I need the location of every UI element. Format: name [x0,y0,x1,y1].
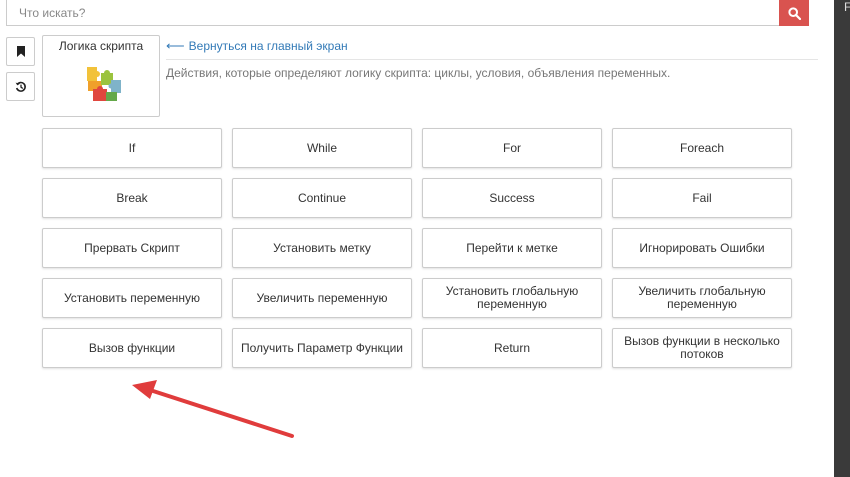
right-strip-glyph: F [844,0,850,14]
back-link-label: Вернуться на главный экран [188,39,348,53]
action-fail-button[interactable]: Fail [612,178,792,218]
action-while-button[interactable]: While [232,128,412,168]
back-to-main-link[interactable]: ⟵ Вернуться на главный экран [166,38,348,54]
category-description: Действия, которые определяют логику скри… [166,66,671,80]
bookmark-icon [16,46,25,57]
category-card: Логика скрипта [42,35,160,117]
search-button[interactable] [779,0,809,26]
action-continue-button[interactable]: Continue [232,178,412,218]
action-for-button[interactable]: For [422,128,602,168]
search-icon [787,6,801,20]
annotation-arrow-shaft [148,388,294,438]
action-set-variable-button[interactable]: Установить переменную [42,278,222,318]
action-increase-global-variable-button[interactable]: Увеличить глобальную переменную [612,278,792,318]
action-get-function-param-button[interactable]: Получить Параметр Функции [232,328,412,368]
action-break-button[interactable]: Break [42,178,222,218]
search-bar [6,0,809,26]
bookmark-button[interactable] [6,37,35,66]
actions-grid: If While For Foreach Break Continue Succ… [42,128,792,368]
action-call-function-threads-button[interactable]: Вызов функции в несколько потоков [612,328,792,368]
action-goto-label-button[interactable]: Перейти к метке [422,228,602,268]
action-set-label-button[interactable]: Установить метку [232,228,412,268]
puzzle-icon [87,67,121,101]
action-return-button[interactable]: Return [422,328,602,368]
history-icon [15,81,26,92]
action-foreach-button[interactable]: Foreach [612,128,792,168]
search-input[interactable] [7,0,779,25]
arrow-left-icon: ⟵ [166,38,185,53]
action-stop-script-button[interactable]: Прервать Скрипт [42,228,222,268]
action-increase-variable-button[interactable]: Увеличить переменную [232,278,412,318]
action-call-function-button[interactable]: Вызов функции [42,328,222,368]
divider [166,59,818,60]
annotation-arrow-head [132,380,157,399]
action-ignore-errors-button[interactable]: Игнорировать Ошибки [612,228,792,268]
history-button[interactable] [6,72,35,101]
action-success-button[interactable]: Success [422,178,602,218]
right-panel-strip: F [834,0,850,477]
category-title: Логика скрипта [58,39,144,53]
action-set-global-variable-button[interactable]: Установить глобальную переменную [422,278,602,318]
action-if-button[interactable]: If [42,128,222,168]
